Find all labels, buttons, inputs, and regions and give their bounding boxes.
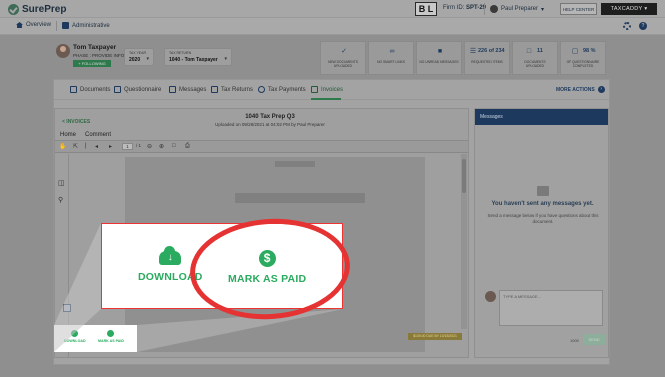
messages-empty-title: You haven't sent any messages yet. <box>491 201 594 207</box>
tab-invoices[interactable]: Invoices <box>311 86 343 93</box>
page-total: / 1 <box>136 143 142 148</box>
divider <box>56 21 57 31</box>
tax-return-select[interactable]: TAX RETURN 1040 - Tom Taxpayer ▾ <box>164 48 232 66</box>
viewer-toolbar: ✋ ⇱ | ◂ ▸ 1 / 1 ⊖ ⊕ □ ⎙ <box>55 141 468 153</box>
user-name: Paul Preparer <box>501 6 539 12</box>
pdf-line <box>275 161 315 167</box>
mark-as-paid-button-small[interactable]: MARK AS PAID <box>98 330 124 343</box>
tax-returns-icon <box>211 86 218 93</box>
messages-header: Messages <box>475 109 608 125</box>
logo-text: SurePrep <box>22 3 67 15</box>
viewer-tab-home[interactable]: Home <box>60 132 76 138</box>
list-icon: ☰ <box>469 48 477 55</box>
tax-year-select[interactable]: TAX YEAR 2020 ▾ <box>124 48 154 66</box>
zoom-in-icon[interactable]: ⊕ <box>159 143 164 150</box>
active-tab-indicator <box>311 98 341 100</box>
user-menu[interactable]: Paul Preparer ▾ <box>490 3 544 15</box>
next-page-icon[interactable]: ▸ <box>109 143 112 150</box>
expand-icon[interactable] <box>63 304 71 312</box>
help-icon[interactable]: ? <box>639 22 647 30</box>
help-center-button[interactable]: HELP CENTER <box>560 3 597 15</box>
amount-due-strip: $100.00 DUE BY 10/15/2021 <box>408 333 462 340</box>
stat-questionnaire[interactable]: ▢ 98 % OF QUESTIONNAIRE COMPLETED <box>560 41 606 75</box>
stat-documents-uploaded[interactable]: □ 11 DOCUMENTS UPLOADED <box>512 41 558 75</box>
pdf-line <box>235 193 365 203</box>
document-title: 1040 Tax Prep Q3 <box>245 114 295 120</box>
stat-smart-links[interactable]: ∞ NO SMART LINKS <box>368 41 414 75</box>
tab-documents[interactable]: Documents <box>70 86 110 93</box>
character-count: 1000 <box>570 338 579 343</box>
search-icon[interactable]: ⚲ <box>58 196 63 204</box>
tab-questionnaire[interactable]: Questionnaire <box>114 86 161 93</box>
zoom-out-icon[interactable]: ⊖ <box>147 143 152 150</box>
fit-page-icon[interactable]: □ <box>172 143 176 149</box>
viewer-tab-comment[interactable]: Comment <box>85 132 111 138</box>
cloud-download-icon <box>159 246 182 265</box>
top-bar: SurePrep B L Firm ID: SPT-29 Paul Prepar… <box>0 0 665 18</box>
sureprep-logo[interactable]: SurePrep <box>8 3 66 15</box>
admin-icon <box>62 22 69 29</box>
dollar-icon <box>107 330 115 337</box>
tab-tax-returns[interactable]: Tax Returns <box>211 86 253 93</box>
taxcaddy-button[interactable]: TAXCADDY ▾ <box>601 3 657 15</box>
document-subtitle: Uploaded on 09/28/2021 at 04:02 PM by Pa… <box>215 122 325 127</box>
bl-badge: B L <box>415 2 437 16</box>
hand-tool-icon[interactable]: ✋ <box>59 143 66 150</box>
firm-id: Firm ID: SPT-29 <box>443 5 487 11</box>
tab-tax-payments[interactable]: Tax Payments <box>258 86 306 93</box>
logo-check-icon <box>8 3 19 15</box>
breadcrumb-overview[interactable]: Overview <box>16 22 51 28</box>
documents-icon <box>70 86 77 93</box>
message-input[interactable]: TYPE A MESSAGE... <box>499 290 603 326</box>
back-to-invoices-link[interactable]: < INVOICES <box>62 119 90 125</box>
questionnaire-icon <box>114 86 121 93</box>
separator: | <box>85 143 87 149</box>
client-name: Tom Taxpayer <box>73 44 117 51</box>
document-icon: □ <box>526 48 532 55</box>
print-icon[interactable]: ⎙ <box>185 143 190 150</box>
cloud-download-icon <box>71 330 79 337</box>
client-header: Tom Taxpayer PHASE : PROVIDE INFO + FOLL… <box>0 36 665 81</box>
action-buttons-original: DOWNLOAD MARK AS PAID <box>54 325 137 352</box>
download-button-small[interactable]: DOWNLOAD <box>64 330 86 343</box>
scrollbar-thumb[interactable] <box>462 159 466 193</box>
check-icon: ✓ <box>341 48 347 55</box>
dollar-icon <box>258 86 265 93</box>
tab-bar: Documents Questionnaire Messages Tax Ret… <box>54 80 609 100</box>
following-button[interactable]: + FOLLOWING <box>73 60 111 67</box>
main-panel: Documents Questionnaire Messages Tax Ret… <box>53 79 610 365</box>
client-avatar <box>56 44 70 58</box>
page-number-input[interactable]: 1 <box>122 143 133 150</box>
chevron-down-icon: ▾ <box>146 56 149 62</box>
gear-icon[interactable] <box>623 22 631 30</box>
questionnaire-icon: ▢ <box>571 48 579 55</box>
tab-messages[interactable]: Messages <box>169 86 206 93</box>
select-tool-icon[interactable]: ⇱ <box>73 143 78 150</box>
stat-unread-messages[interactable]: ■ NO UNREAD MESSAGES <box>416 41 462 75</box>
message-icon: ■ <box>437 48 443 55</box>
chevron-right-icon: › <box>597 86 605 93</box>
messages-empty-hint: Send a message below if you have questio… <box>487 213 599 224</box>
prev-page-icon[interactable]: ◂ <box>95 143 98 150</box>
divider <box>484 3 485 15</box>
chevron-down-icon: ▾ <box>541 6 545 13</box>
stat-requested-items[interactable]: ☰ 226 of 234 REQUESTED ITEMS <box>464 41 510 75</box>
messages-panel: Messages You haven't sent any messages y… <box>474 108 609 358</box>
chat-icon <box>537 186 549 196</box>
send-button[interactable]: SEND <box>583 334 605 345</box>
invoice-icon <box>311 86 318 93</box>
user-icon <box>490 5 498 13</box>
link-icon: ∞ <box>389 48 395 55</box>
breadcrumb-administrative[interactable]: Administrative <box>62 22 110 29</box>
breadcrumb: Overview Administrative <box>0 18 665 35</box>
chevron-down-icon: ▾ <box>224 56 227 62</box>
avatar <box>485 291 496 302</box>
home-icon <box>16 22 23 28</box>
messages-icon <box>169 86 176 93</box>
stat-new-documents[interactable]: ✓ NEW DOCUMENTS UPLOADED <box>320 41 366 75</box>
more-actions-button[interactable]: MORE ACTIONS › <box>556 86 605 93</box>
thumbnails-icon[interactable]: ◫ <box>58 179 65 187</box>
client-phase: PHASE : PROVIDE INFO <box>73 53 125 58</box>
